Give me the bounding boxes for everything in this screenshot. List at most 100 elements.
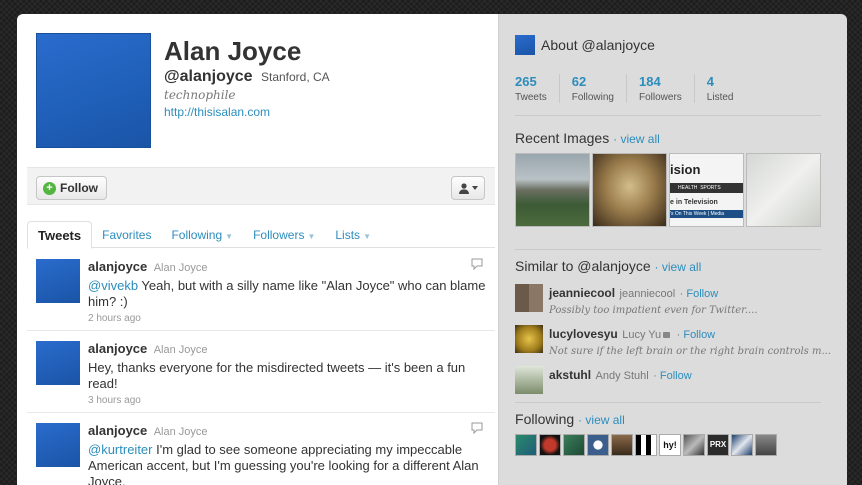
similar-user-item: jeanniecool jeanniecool · Follow Possibl… — [515, 284, 831, 316]
profile-stats: 265 Tweets 62 Following 184 Followers 4 List… — [515, 74, 822, 116]
recent-image-thumbnail[interactable] — [746, 153, 822, 227]
speech-bubble-icon[interactable] — [471, 422, 483, 434]
avatar[interactable] — [515, 284, 544, 312]
tweet-username[interactable]: alanjoyce — [88, 259, 147, 274]
recent-images-header: Recent Images · view all — [515, 130, 660, 146]
similar-follow-link[interactable]: Follow — [660, 370, 692, 382]
chevron-down-icon — [472, 186, 478, 190]
tweet-body: alanjoyce Alan Joyce @vivekb Yeah, but w… — [88, 258, 488, 324]
similar-follow-link[interactable]: Follow — [683, 329, 715, 341]
following-avatar[interactable]: hy! — [659, 434, 682, 456]
profile-location: Stanford, CA — [260, 70, 330, 84]
avatar[interactable] — [515, 366, 544, 394]
similar-header: Similar to @alanjoyce · view all — [515, 258, 702, 274]
tweet-avatar[interactable] — [36, 423, 80, 467]
divider — [515, 402, 822, 403]
following-avatar[interactable] — [755, 434, 778, 456]
following-avatar[interactable] — [563, 434, 586, 456]
similar-user-name[interactable]: akstuhl — [549, 368, 591, 382]
similar-user-name[interactable]: jeanniecool — [549, 286, 615, 300]
tweet-mention-link[interactable]: @vivekb — [88, 278, 138, 293]
thumbnail-text: SPORTS — [700, 185, 721, 191]
tweet-timestamp[interactable]: 3 hours ago — [88, 395, 488, 406]
similar-user-name[interactable]: lucylovesyu — [549, 327, 618, 341]
thumbnail-text: ision — [670, 162, 701, 177]
similar-title: Similar to @alanjoyce — [515, 258, 651, 274]
profile-avatar[interactable] — [36, 33, 151, 148]
avatar[interactable] — [515, 325, 544, 353]
tab-lists[interactable]: Lists ▼ — [325, 221, 381, 248]
recent-image-thumbnail[interactable]: ision HEALTH SPORTS e in Television 's O… — [669, 153, 745, 227]
similar-follow-link[interactable]: Follow — [686, 288, 718, 300]
following-avatar[interactable] — [683, 434, 706, 456]
similar-user-info: akstuhl Andy Stuhl · Follow — [549, 368, 692, 382]
stat-following[interactable]: 62 Following — [572, 74, 627, 103]
tweet-fullname: Alan Joyce — [153, 262, 208, 274]
similar-user-fullname: Andy Stuhl — [595, 370, 649, 382]
thumbnail-text: e in Television — [670, 199, 718, 206]
similar-user-bio: Possibly too impatient even for Twitter.… — [549, 305, 758, 316]
recent-images-view-all-link[interactable]: view all — [620, 132, 659, 146]
chevron-down-icon: ▼ — [225, 232, 234, 241]
stat-tweets[interactable]: 265 Tweets — [515, 74, 560, 103]
person-icon — [459, 183, 469, 194]
recent-image-thumbnail[interactable] — [515, 153, 591, 227]
tweet-username[interactable]: alanjoyce — [88, 341, 147, 356]
tab-favorites[interactable]: Favorites — [92, 221, 161, 248]
stat-value: 4 — [706, 74, 715, 89]
tab-tweets[interactable]: Tweets — [27, 221, 93, 249]
following-avatar[interactable] — [515, 434, 538, 456]
user-actions-menu-button[interactable] — [451, 176, 485, 200]
tweet-item[interactable]: alanjoyce Alan Joyce Hey, thanks everyon… — [27, 331, 495, 413]
following-avatar[interactable] — [611, 434, 634, 456]
similar-user-fullname: Lucy Yu — [622, 329, 662, 341]
tweet-fullname: Alan Joyce — [153, 344, 208, 356]
about-avatar — [515, 35, 536, 55]
chevron-down-icon: ▼ — [307, 232, 316, 241]
lock-icon — [663, 332, 671, 338]
profile-url-link[interactable]: http://thisisalan.com — [164, 105, 270, 119]
following-avatar[interactable]: PRX — [707, 434, 730, 456]
following-avatar[interactable] — [539, 434, 562, 456]
tab-label: Favorites — [102, 228, 152, 242]
page-frame: Alan Joyce @alanjoyce Stanford, CA techn… — [17, 14, 847, 485]
tweet-item[interactable]: alanjoyce Alan Joyce @vivekb Yeah, but w… — [27, 249, 495, 331]
tweet-text-content: Yeah, but with a silly name like "Alan J… — [88, 278, 486, 309]
tweet-avatar[interactable] — [36, 341, 80, 385]
profile-name: Alan Joyce — [164, 36, 302, 66]
following-avatar[interactable] — [635, 434, 658, 456]
tweet-mention-link[interactable]: @kurtreiter — [88, 442, 153, 457]
similar-user-info: lucylovesyu Lucy Yu · Follow Not sure if… — [549, 327, 831, 357]
similar-view-all-link[interactable]: view all — [662, 260, 701, 274]
follow-button-label: Follow — [60, 181, 98, 195]
profile-sidebar: About @alanjoyce 265 Tweets 62 Following 1… — [498, 14, 847, 485]
profile-main: Alan Joyce @alanjoyce Stanford, CA techn… — [17, 14, 499, 485]
tweet-body: alanjoyce Alan Joyce Hey, thanks everyon… — [88, 340, 488, 406]
follow-button[interactable]: + Follow — [36, 176, 107, 200]
similar-user-bio: Not sure if the left brain or the right … — [549, 346, 831, 357]
following-view-all-link[interactable]: view all — [585, 413, 624, 427]
stat-label: Following — [571, 92, 614, 103]
following-header: Following · view all — [515, 411, 625, 427]
stat-listed[interactable]: 4 Listed — [707, 74, 746, 103]
tweet-avatar[interactable] — [36, 259, 80, 303]
stat-followers[interactable]: 184 Followers — [639, 74, 695, 103]
speech-bubble-icon[interactable] — [471, 258, 483, 270]
tweet-text: @kurtreiter I'm glad to see someone appr… — [88, 442, 488, 485]
following-avatars: hy! PRX — [515, 434, 831, 456]
tab-following[interactable]: Following ▼ — [161, 221, 243, 248]
following-avatar[interactable] — [731, 434, 754, 456]
about-title: About @alanjoyce — [541, 37, 655, 53]
similar-user-info: jeanniecool jeanniecool · Follow Possibl… — [549, 286, 758, 316]
recent-image-thumbnail[interactable] — [592, 153, 668, 227]
tab-followers[interactable]: Followers ▼ — [243, 221, 325, 248]
tweet-timestamp[interactable]: 2 hours ago — [88, 313, 488, 324]
thumbnail-band: 's On This Week | Media — [670, 210, 744, 218]
following-avatar[interactable] — [587, 434, 610, 456]
tweet-item[interactable]: alanjoyce Alan Joyce @kurtreiter I'm gla… — [27, 413, 495, 485]
tab-label: Tweets — [38, 228, 82, 243]
tweet-username[interactable]: alanjoyce — [88, 423, 147, 438]
divider — [515, 249, 822, 250]
recent-images-title: Recent Images — [515, 130, 610, 146]
following-title: Following — [515, 411, 575, 427]
